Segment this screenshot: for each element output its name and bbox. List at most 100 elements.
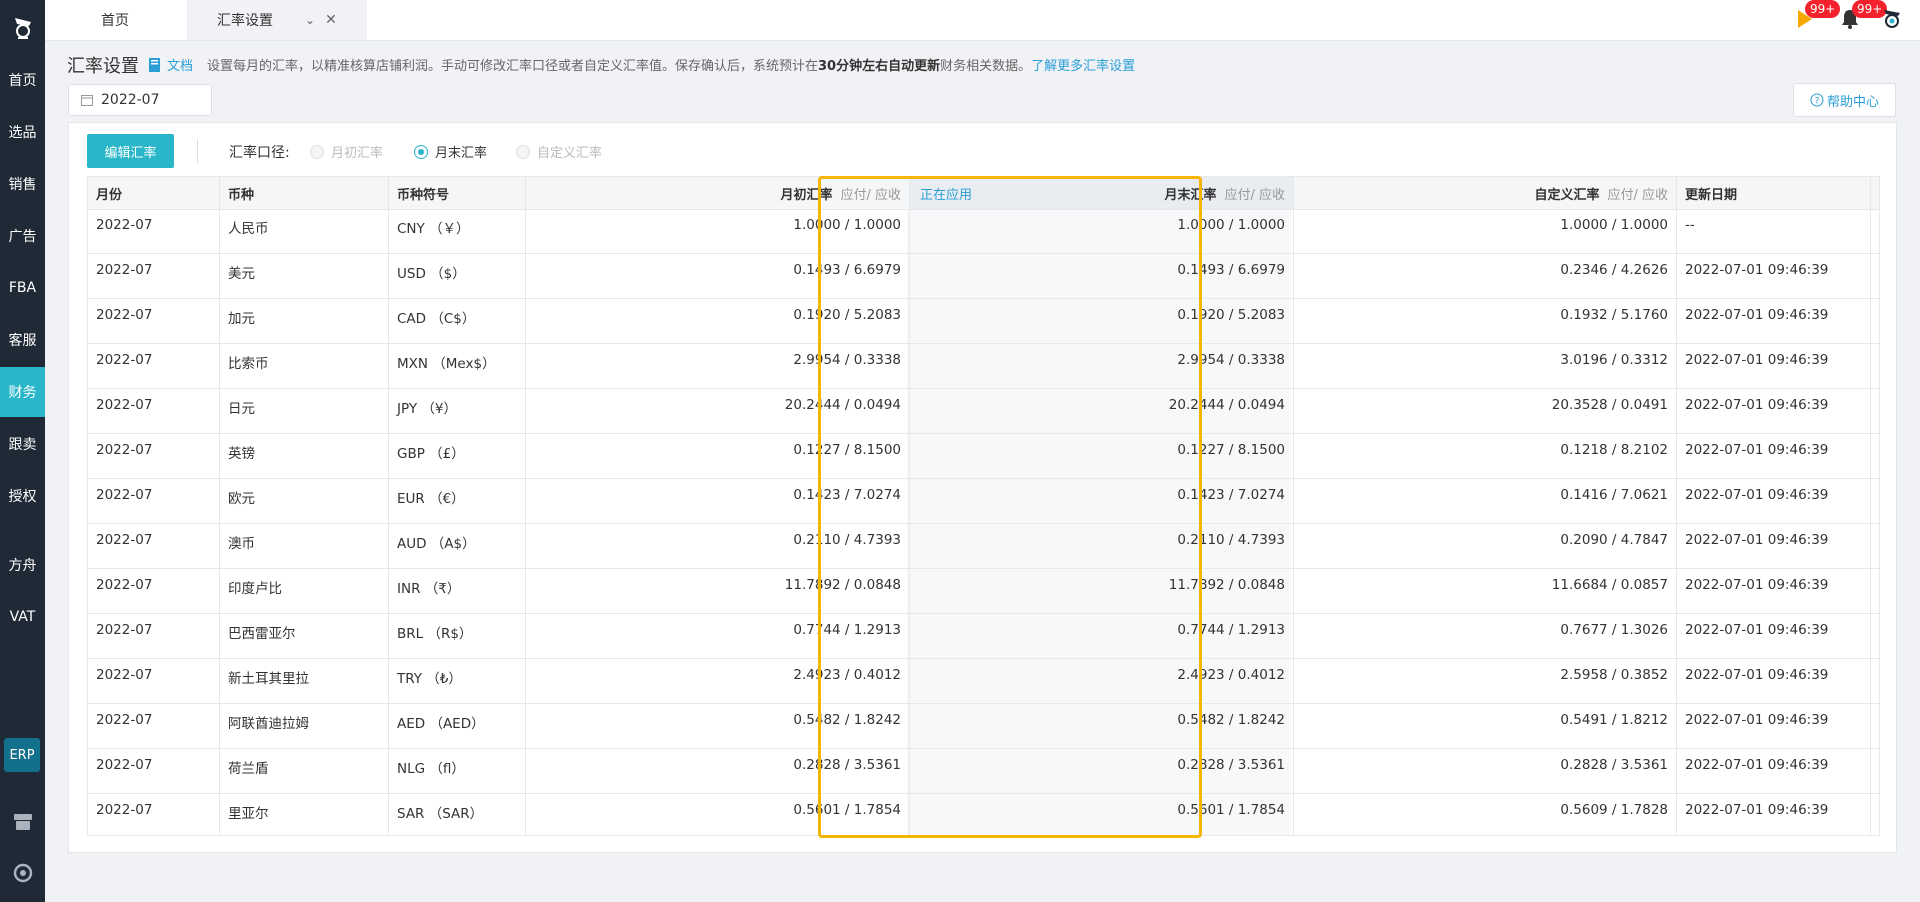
close-icon[interactable]: ✕	[325, 12, 337, 28]
cell-updated: 2022-07-01 09:46:39	[1677, 659, 1871, 704]
cell-end: 0.2110 / 4.7393	[910, 524, 1294, 569]
app-logo-icon[interactable]	[0, 8, 45, 48]
cell-symbol: MXN （Mex$）	[389, 344, 526, 389]
edit-rate-button[interactable]: 编辑汇率	[87, 134, 174, 168]
page-title: 汇率设置	[67, 56, 139, 77]
cell-currency: 印度卢比	[220, 569, 389, 614]
cell-month: 2022-07	[88, 794, 220, 835]
cell-symbol: TRY （₺）	[389, 659, 526, 704]
cell-updated: 2022-07-01 09:46:39	[1677, 344, 1871, 389]
cell-begin: 0.1227 / 8.1500	[526, 434, 910, 479]
sidebar-item[interactable]: 方舟	[0, 540, 45, 590]
erp-switch-button[interactable]: ERP	[4, 738, 40, 772]
cell-currency: 比索币	[220, 344, 389, 389]
cell-end: 0.5601 / 1.7854	[910, 794, 1294, 835]
cell-begin: 0.7744 / 1.2913	[526, 614, 910, 659]
cell-symbol: EUR （€）	[389, 479, 526, 524]
tab-current-label: 汇率设置	[217, 13, 273, 29]
radio-begin-rate[interactable]: 月初汇率	[310, 142, 383, 161]
cell-currency: 阿联酋迪拉姆	[220, 704, 389, 749]
cell-symbol: AUD （A$）	[389, 524, 526, 569]
table-row: 2022-07 里亚尔 SAR （SAR） 0.5601 / 1.7854 0.5601…	[88, 794, 1879, 835]
question-icon: ?	[1810, 93, 1824, 107]
cell-begin: 0.1423 / 7.0274	[526, 479, 910, 524]
col-custom-rate-label: 自定义汇率	[1534, 187, 1600, 203]
cell-month: 2022-07	[88, 659, 220, 704]
sidebar-item[interactable]: 广告	[0, 211, 45, 261]
table-row: 2022-07 欧元 EUR （€） 0.1423 / 7.0274 0.1423 / …	[88, 479, 1879, 524]
help-center-button[interactable]: ? 帮助中心	[1793, 83, 1896, 117]
cell-begin: 0.5482 / 1.8242	[526, 704, 910, 749]
cell-updated: 2022-07-01 09:46:39	[1677, 299, 1871, 344]
cell-symbol: JPY （¥）	[389, 389, 526, 434]
cell-symbol: USD （$）	[389, 254, 526, 299]
sidebar-item[interactable]: 首页	[0, 55, 45, 105]
applying-tag: 正在应用	[920, 187, 973, 203]
sidebar-item[interactable]: 选品	[0, 107, 45, 157]
chevron-down-icon[interactable]: ⌄	[305, 13, 315, 27]
radio-dot	[414, 144, 428, 159]
month-picker[interactable]: 2022-07	[68, 84, 212, 116]
col-sub-label: 应付/ 应收	[840, 187, 901, 203]
table-row: 2022-07 澳币 AUD （A$） 0.2110 / 4.7393 0.2110 /…	[88, 524, 1879, 569]
sidebar-item[interactable]: FBA	[0, 263, 45, 313]
store-icon[interactable]	[0, 807, 45, 837]
cell-updated: 2022-07-01 09:46:39	[1677, 749, 1871, 794]
flag-notification-icon[interactable]: 99+	[1795, 0, 1841, 32]
cell-custom: 2.5958 / 0.3852	[1294, 659, 1677, 704]
sidebar-item[interactable]: 销售	[0, 159, 45, 209]
sidebar-item[interactable]: 授权	[0, 471, 45, 521]
col-end-rate-label: 月末汇率	[1164, 187, 1217, 203]
cell-end: 0.1920 / 5.2083	[910, 299, 1294, 344]
radio-custom-rate[interactable]: 自定义汇率	[516, 142, 602, 161]
cell-begin: 1.0000 / 1.0000	[526, 209, 910, 254]
cell-begin: 0.2110 / 4.7393	[526, 524, 910, 569]
tab-exchange-rate-settings[interactable]: 汇率设置 ⌄ ✕	[187, 0, 367, 40]
cell-currency: 美元	[220, 254, 389, 299]
tab-home[interactable]: 首页	[45, 0, 185, 40]
cell-begin: 0.1493 / 6.6979	[526, 254, 910, 299]
cell-custom: 0.5491 / 1.8212	[1294, 704, 1677, 749]
desc-part-1: 设置每月的汇率，以精准核算店铺利润。手动可修改汇率口径或者自定义汇率值。保存确认…	[207, 59, 819, 74]
col-currency: 币种	[220, 177, 389, 209]
radio-end-rate[interactable]: 月末汇率	[414, 142, 487, 161]
doc-icon	[149, 57, 160, 72]
cell-end: 0.2828 / 3.5361	[910, 749, 1294, 794]
support-icon[interactable]	[0, 858, 45, 888]
cell-custom: 0.7677 / 1.3026	[1294, 614, 1677, 659]
cell-end: 0.1227 / 8.1500	[910, 434, 1294, 479]
main-panel: 编辑汇率 汇率口径: 月初汇率 月末汇率 自定义汇率 月份 币种 币种符号 月初…	[68, 122, 1897, 853]
cell-updated: 2022-07-01 09:46:39	[1677, 434, 1871, 479]
cell-custom: 0.2346 / 4.2626	[1294, 254, 1677, 299]
sidebar-item[interactable]: VAT	[0, 592, 45, 642]
sidebar-item[interactable]: 客服	[0, 315, 45, 365]
table-header: 月份 币种 币种符号 月初汇率 应付/ 应收 正在应用 月末汇率 应付/ 应收 自定…	[88, 177, 1879, 210]
doc-link[interactable]: 文档	[147, 55, 193, 74]
cell-currency: 巴西雷亚尔	[220, 614, 389, 659]
desc-part-2: 财务相关数据。	[940, 59, 1032, 74]
col-sub-label: 应付/ 应收	[1607, 187, 1668, 203]
cell-custom: 1.0000 / 1.0000	[1294, 209, 1677, 254]
cell-begin: 2.4923 / 0.4012	[526, 659, 910, 704]
cell-custom: 0.2828 / 3.5361	[1294, 749, 1677, 794]
learn-more-link[interactable]: 了解更多汇率设置	[1031, 59, 1135, 74]
cell-symbol: BRL （R$）	[389, 614, 526, 659]
cell-end: 1.0000 / 1.0000	[910, 209, 1294, 254]
table-row: 2022-07 印度卢比 INR （₹） 11.7892 / 0.0848 11.789…	[88, 569, 1879, 614]
bell-icon[interactable]: 99+	[1840, 0, 1888, 32]
col-custom-rate: 自定义汇率 应付/ 应收	[1294, 177, 1677, 209]
sidebar: 首页 选品 销售 广告 FBA 客服 财务 跟卖 授权方舟 VAT ERP	[0, 0, 45, 902]
col-symbol: 币种符号	[389, 177, 526, 209]
col-month: 月份	[88, 177, 220, 209]
cell-month: 2022-07	[88, 614, 220, 659]
table-row: 2022-07 日元 JPY （¥） 20.2444 / 0.0494 20.2444 …	[88, 389, 1879, 434]
doc-link-label: 文档	[167, 59, 194, 74]
sidebar-item[interactable]: 跟卖	[0, 419, 45, 469]
avatar[interactable]	[1880, 6, 1906, 34]
rate-caliber-label: 汇率口径:	[229, 145, 290, 161]
sidebar-item[interactable]: 财务	[0, 367, 45, 417]
calendar-icon	[81, 95, 93, 106]
cell-symbol: CAD （C$）	[389, 299, 526, 344]
cell-currency: 人民币	[220, 209, 389, 254]
cell-end: 2.4923 / 0.4012	[910, 659, 1294, 704]
